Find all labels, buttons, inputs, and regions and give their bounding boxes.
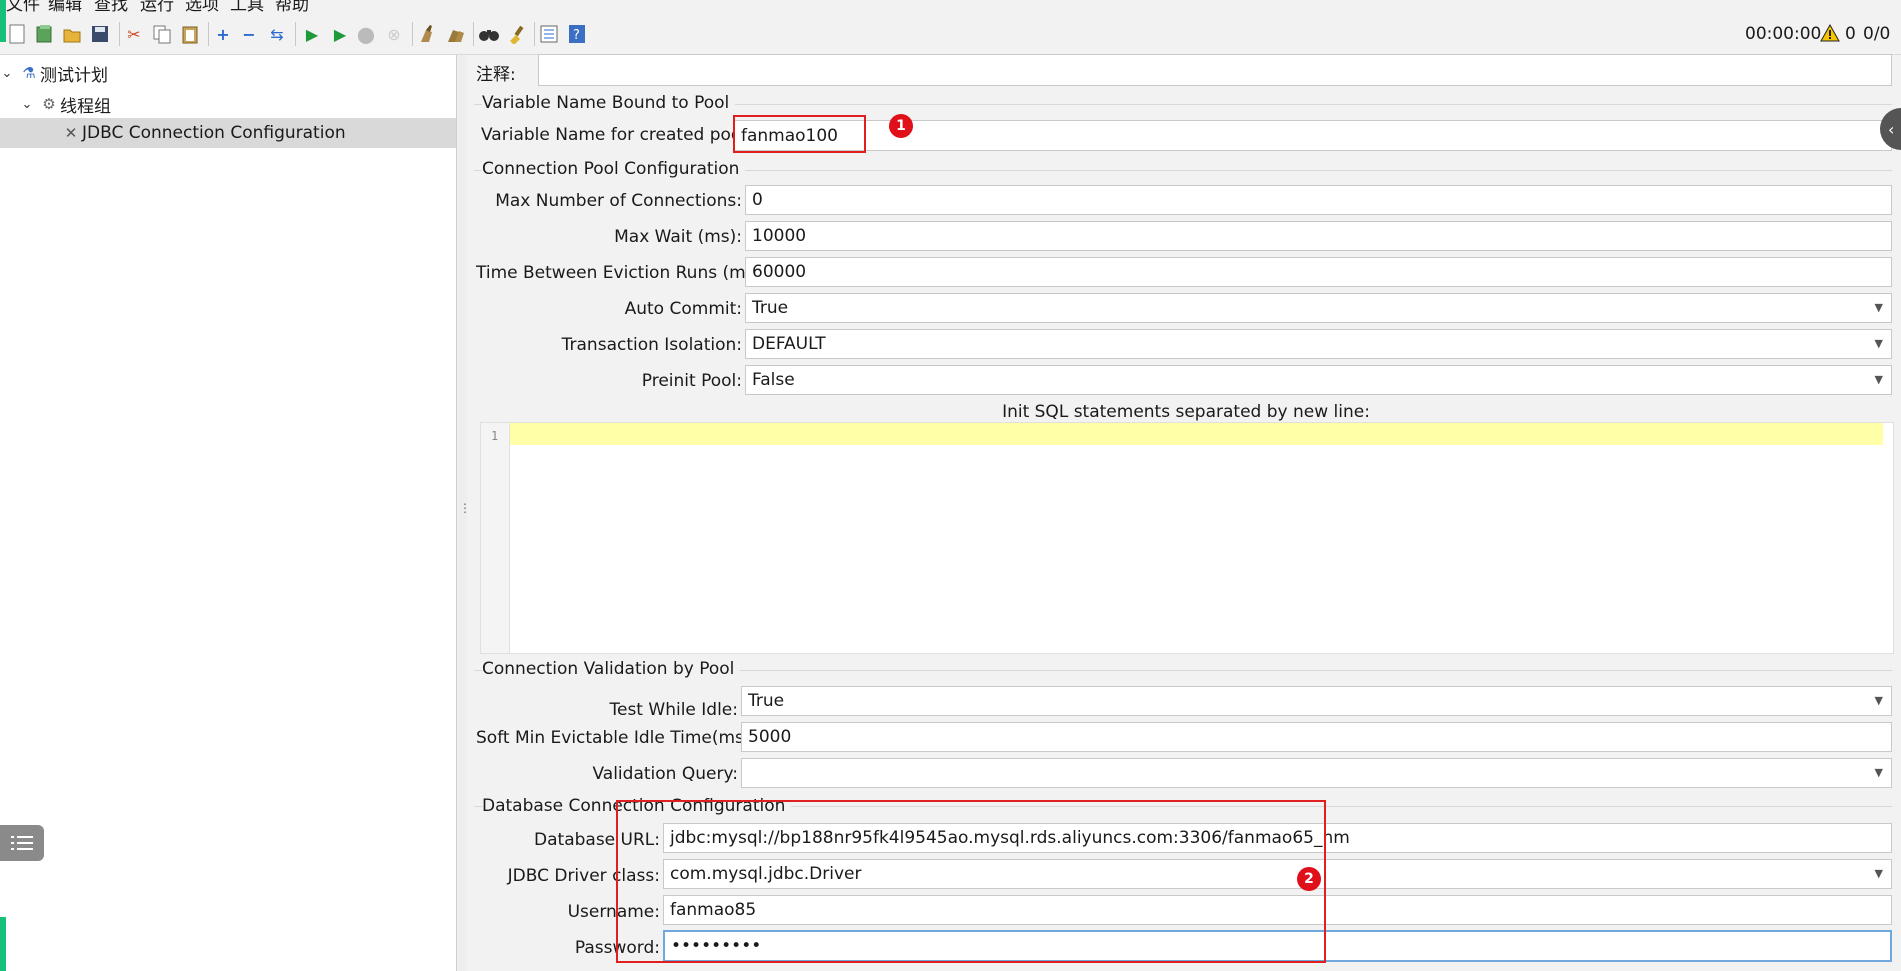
isolation-value: DEFAULT (752, 334, 826, 354)
section-pool-variable: Variable Name Bound to Pool (482, 93, 736, 113)
menu-help[interactable]: 帮助 (275, 0, 309, 15)
soft-min-input[interactable]: 5000 (741, 722, 1892, 752)
svg-text:?: ? (573, 28, 580, 43)
tree-item-label: JDBC Connection Configuration (82, 123, 346, 143)
max-wait-label: Max Wait (ms): (614, 227, 742, 247)
preinit-select[interactable]: False ▼ (745, 365, 1892, 395)
stop-icon[interactable]: ⬤ (355, 23, 377, 45)
warning-count: 0 (1845, 24, 1856, 44)
splitter-handle-icon[interactable]: ⋮ (459, 502, 471, 514)
accent-bar (0, 0, 6, 42)
editor-gutter: 1 (481, 423, 510, 653)
preinit-label: Preinit Pool: (641, 371, 742, 391)
test-idle-value: True (748, 691, 785, 711)
toolbar: ✂ + − ⇆ ▶ ▶ ⬤ ⊗ ? 00:00:00 0 0/0 (0, 14, 1901, 55)
open-icon[interactable] (61, 23, 83, 45)
test-idle-select[interactable]: True ▼ (741, 686, 1892, 716)
menu-run[interactable]: 运行 (140, 0, 174, 15)
chevron-down-icon[interactable]: ⌄ (20, 97, 34, 112)
reset-search-icon[interactable] (506, 23, 528, 45)
init-sql-label: Init SQL statements separated by new lin… (1002, 402, 1370, 422)
tree-item-test-plan[interactable]: ⌄ ⚗ 测试计划 (0, 58, 456, 88)
auto-commit-label: Auto Commit: (624, 299, 742, 319)
copy-icon[interactable] (151, 23, 173, 45)
menu-edit[interactable]: 编辑 (48, 0, 82, 15)
cut-icon[interactable]: ✂ (123, 23, 145, 45)
max-conn-input[interactable]: 0 (745, 185, 1892, 215)
line-number: 1 (491, 429, 499, 443)
menu-bar: 文件 编辑 查找 运行 选项 工具 帮助 (0, 0, 1901, 15)
tree-item-thread-group[interactable]: ⌄ ⚙ 线程组 (0, 89, 456, 119)
validation-query-select[interactable]: ▼ (741, 758, 1892, 788)
preinit-value: False (752, 370, 795, 390)
soft-min-label: Soft Min Evictable Idle Time(ms): (476, 728, 757, 748)
chevron-left-icon: ‹ (1888, 119, 1895, 139)
accent-bar (0, 917, 6, 971)
function-helper-icon[interactable] (538, 23, 560, 45)
clear-icon[interactable] (416, 23, 438, 45)
annotation-badge-1: 1 (889, 114, 913, 138)
menu-tools[interactable]: 工具 (230, 0, 264, 15)
dropdown-arrow-icon[interactable]: ▼ (1875, 373, 1883, 386)
pool-var-label: Variable Name for created pool: (481, 125, 752, 145)
dropdown-arrow-icon[interactable]: ▼ (1875, 766, 1883, 779)
clear-all-icon[interactable] (444, 23, 466, 45)
comment-label: 注释: (476, 65, 516, 85)
tree-item-jdbc-config[interactable]: ✕ JDBC Connection Configuration (0, 118, 456, 148)
isolation-label: Transaction Isolation: (561, 335, 742, 355)
annotation-box-2 (616, 800, 1326, 963)
annotation-badge-2: 2 (1297, 867, 1321, 891)
menu-search[interactable]: 查找 (94, 0, 128, 15)
flask-icon: ⚗ (22, 64, 36, 82)
wrench-icon: ✕ (64, 124, 78, 142)
save-icon[interactable] (89, 23, 111, 45)
validation-query-label: Validation Query: (592, 764, 738, 784)
help-icon[interactable]: ? (566, 23, 588, 45)
list-menu-button[interactable] (0, 825, 44, 861)
menu-options[interactable]: 选项 (185, 0, 219, 15)
list-icon (11, 836, 33, 850)
elapsed-timer: 00:00:00 (1745, 24, 1822, 44)
eviction-input[interactable]: 60000 (745, 257, 1892, 287)
dropdown-arrow-icon[interactable]: ▼ (1875, 694, 1883, 707)
auto-commit-select[interactable]: True ▼ (745, 293, 1892, 323)
expand-icon[interactable]: + (212, 23, 234, 45)
binoculars-icon[interactable] (478, 23, 500, 45)
isolation-select[interactable]: DEFAULT ▼ (745, 329, 1892, 359)
shutdown-icon[interactable]: ⊗ (383, 23, 405, 45)
test-idle-label: Test While Idle: (609, 700, 739, 720)
dropdown-arrow-icon[interactable]: ▼ (1875, 301, 1883, 314)
current-line-highlight (510, 423, 1883, 445)
collapse-icon[interactable]: − (238, 23, 260, 45)
dropdown-arrow-icon[interactable]: ▼ (1875, 867, 1883, 880)
start-no-pause-icon[interactable]: ▶ (329, 23, 351, 45)
start-icon[interactable]: ▶ (301, 23, 323, 45)
new-icon[interactable] (6, 23, 28, 45)
gear-icon: ⚙ (42, 95, 56, 113)
max-conn-label: Max Number of Connections: (495, 191, 742, 211)
paste-icon[interactable] (179, 23, 201, 45)
tree-item-label: 线程组 (60, 96, 111, 117)
section-validation: Connection Validation by Pool (482, 659, 741, 679)
thread-ratio: 0/0 (1863, 24, 1891, 44)
templates-icon[interactable] (33, 23, 55, 45)
annotation-box-1 (733, 115, 866, 153)
dropdown-arrow-icon[interactable]: ▼ (1875, 337, 1883, 350)
eviction-label: Time Between Eviction Runs (ms): (476, 263, 767, 283)
comment-input[interactable] (538, 54, 1892, 86)
init-sql-editor[interactable]: 1 (480, 422, 1894, 654)
section-connection-pool: Connection Pool Configuration (482, 159, 746, 179)
toggle-icon[interactable]: ⇆ (266, 23, 288, 45)
menu-file[interactable]: 文件 (6, 0, 40, 15)
auto-commit-value: True (752, 298, 789, 318)
warning-icon[interactable] (1820, 23, 1840, 47)
max-wait-input[interactable]: 10000 (745, 221, 1892, 251)
chevron-down-icon[interactable]: ⌄ (0, 66, 14, 81)
test-plan-tree: ⌄ ⚗ 测试计划 ⌄ ⚙ 线程组 ✕ JDBC Connection Confi… (0, 55, 457, 971)
tree-item-label: 测试计划 (40, 65, 108, 86)
